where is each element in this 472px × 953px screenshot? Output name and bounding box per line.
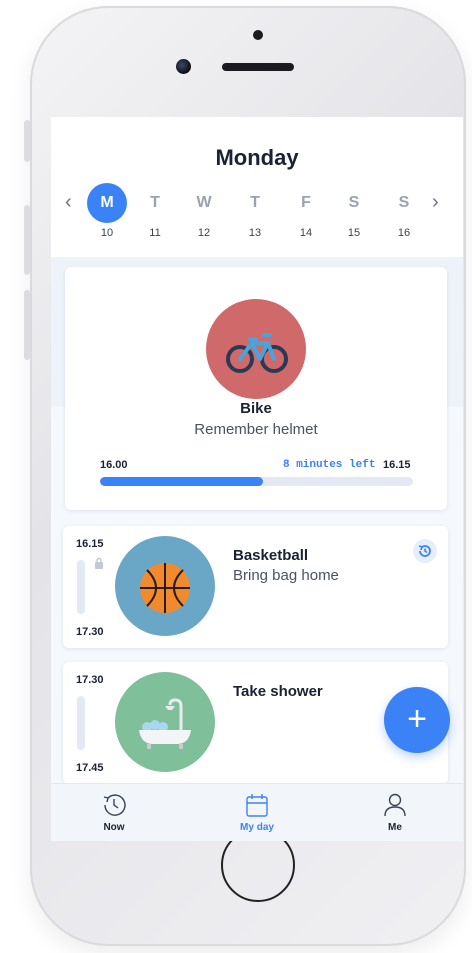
calendar-icon — [246, 794, 268, 817]
day-letter: S — [398, 194, 410, 211]
tab-my-day[interactable]: My day — [207, 790, 307, 833]
start-time: 16.00 — [100, 459, 128, 471]
volume-down-button — [24, 290, 30, 360]
end-time: 17.30 — [76, 626, 104, 638]
time-bar — [77, 560, 85, 614]
add-activity-button[interactable]: + — [384, 687, 450, 753]
chevron-left-icon[interactable]: ‹ — [65, 192, 72, 212]
silent-switch — [24, 120, 30, 162]
chevron-right-icon[interactable]: › — [432, 192, 439, 212]
activity-avatar — [115, 672, 215, 772]
day-date: 16 — [397, 227, 411, 239]
day-saturday[interactable]: S 15 — [334, 183, 374, 239]
activity-avatar — [115, 536, 215, 636]
day-letter: M — [87, 183, 127, 223]
activity-note: Bring bag home — [233, 567, 339, 584]
day-letter: S — [348, 194, 360, 211]
activity-avatar — [206, 299, 306, 399]
tab-me[interactable]: Me — [345, 790, 445, 833]
day-thursday[interactable]: T 13 — [235, 183, 275, 239]
day-tuesday[interactable]: T 11 — [135, 183, 175, 239]
start-time: 17.30 — [76, 674, 104, 686]
basketball-icon — [140, 563, 190, 613]
day-wednesday[interactable]: W 12 — [184, 183, 224, 239]
tab-now[interactable]: Now — [64, 790, 164, 833]
bicycle-icon — [226, 333, 288, 373]
day-letter: W — [196, 194, 212, 211]
front-camera — [176, 59, 191, 74]
lock-icon — [94, 557, 104, 572]
day-friday[interactable]: F 14 — [286, 183, 326, 239]
day-monday[interactable]: M 10 — [87, 183, 127, 239]
day-date: 14 — [299, 227, 313, 239]
activity-card-basketball[interactable]: 16.15 17.30 Basketball Bring bag home — [63, 526, 448, 648]
proximity-sensor — [253, 30, 263, 40]
activity-title: Basketball — [233, 547, 309, 564]
bathtub-icon — [139, 698, 191, 749]
time-bar — [77, 696, 85, 750]
day-date: 11 — [149, 227, 161, 239]
day-letter: F — [301, 194, 311, 211]
day-date: 12 — [197, 227, 211, 239]
day-date: 13 — [248, 227, 262, 239]
tab-label: Me — [388, 822, 402, 833]
history-icon[interactable] — [413, 539, 437, 563]
app-screen: Monday ‹ › M 10 T 11 W 12 T 13 F 14 S 15… — [51, 117, 463, 841]
current-activity-card[interactable]: Bike Remember helmet 16.00 8 minutes lef… — [65, 267, 447, 510]
earpiece-speaker — [222, 63, 294, 71]
activity-title: Bike — [240, 400, 272, 417]
activity-title: Take shower — [233, 683, 323, 700]
progress-fill — [100, 477, 263, 486]
day-letter: T — [250, 194, 260, 211]
person-icon — [384, 793, 406, 817]
volume-up-button — [24, 205, 30, 275]
clock-history-icon — [103, 794, 126, 816]
progress-bar — [100, 477, 413, 486]
tab-label: My day — [240, 822, 274, 833]
tab-label: Now — [103, 822, 125, 833]
day-letter: T — [150, 194, 160, 211]
activity-note: Remember helmet — [194, 421, 318, 438]
end-time: 17.45 — [76, 762, 104, 774]
day-date: 10 — [100, 227, 114, 239]
start-time: 16.15 — [76, 538, 104, 550]
day-date: 15 — [347, 227, 361, 239]
day-sunday[interactable]: S 16 — [384, 183, 424, 239]
calendar-header: Monday ‹ › M 10 T 11 W 12 T 13 F 14 S 15… — [51, 117, 463, 257]
plus-icon: + — [407, 700, 427, 738]
tab-bar: Now My day Me — [51, 783, 463, 841]
time-left: 8 minutes left — [283, 459, 376, 471]
page-title: Monday — [215, 145, 299, 170]
end-time: 16.15 — [383, 459, 411, 471]
